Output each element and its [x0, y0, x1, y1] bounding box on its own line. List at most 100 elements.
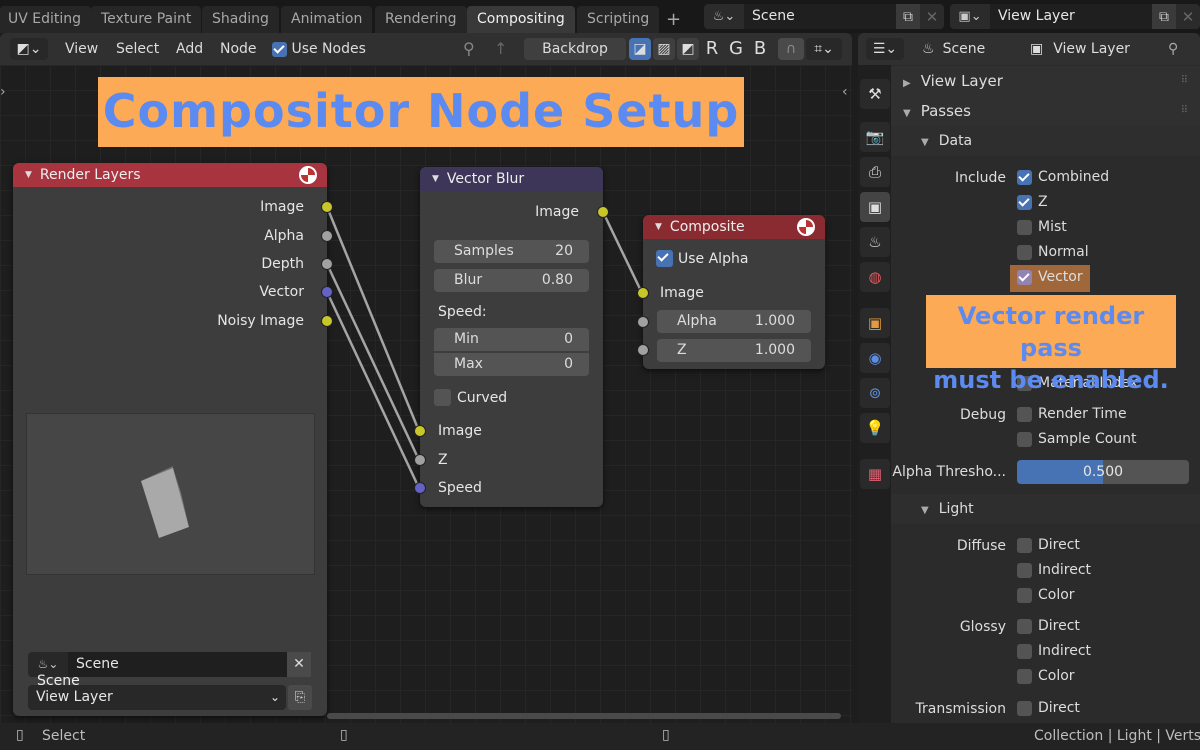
data-subpanel-header[interactable]: ▼ Data: [891, 126, 1200, 156]
checkbox[interactable]: [1017, 587, 1032, 603]
panel-title: Passes: [920, 102, 971, 120]
checkbox[interactable]: [1017, 618, 1032, 634]
samples-field[interactable]: Samples 20: [434, 240, 589, 263]
diffuse-color[interactable]: Color: [1017, 587, 1075, 603]
view-layer-name-field[interactable]: View Layer: [990, 4, 1152, 29]
socket-image-out[interactable]: [321, 201, 333, 213]
socket-depth-out[interactable]: [321, 258, 333, 270]
collapse-icon[interactable]: ▼: [432, 174, 439, 184]
curved-checkbox[interactable]: [434, 389, 451, 406]
vector-checkbox[interactable]: [1017, 269, 1032, 285]
view-layer-dropdown[interactable]: View Layer ⌄: [28, 685, 286, 710]
scene-field[interactable]: Scene: [68, 652, 287, 677]
drag-handle-icon[interactable]: ⠿: [1181, 66, 1188, 96]
collapse-icon[interactable]: ▼: [655, 222, 662, 232]
composite-header[interactable]: ▼ Composite: [643, 215, 825, 239]
blur-field[interactable]: Blur 0.80: [434, 269, 589, 292]
checkbox[interactable]: [1017, 562, 1032, 578]
z-checkbox[interactable]: [1017, 194, 1032, 210]
alpha-field[interactable]: Alpha 1.000: [657, 310, 811, 333]
physics-tab-icon[interactable]: ◉: [860, 343, 890, 373]
object-data-light-tab-icon[interactable]: 💡: [860, 413, 890, 443]
checkbox[interactable]: [1017, 700, 1032, 716]
curved-toggle[interactable]: Curved: [434, 389, 507, 406]
alpha-threshold-slider[interactable]: 0.500: [1017, 460, 1189, 484]
constraints-tab-icon[interactable]: ⊚: [860, 378, 890, 408]
debug-sample-count[interactable]: Sample Count: [1017, 431, 1137, 447]
vector-blur-header[interactable]: ▼ Vector Blur: [420, 167, 603, 191]
pass-normal[interactable]: Normal: [1017, 244, 1089, 260]
delete-view-layer-icon[interactable]: ✕: [1176, 4, 1200, 29]
checkbox[interactable]: [1017, 643, 1032, 659]
render-time-checkbox[interactable]: [1017, 406, 1032, 422]
socket-image-out[interactable]: [597, 206, 609, 218]
passes-panel-header[interactable]: ▼ Passes ⠿: [891, 96, 1200, 126]
duplicate-view-layer-icon[interactable]: ⧉: [1152, 4, 1176, 29]
view-layer-icon[interactable]: ▣⌄: [950, 4, 990, 29]
world-tab-icon[interactable]: ◍: [860, 262, 890, 292]
view-layer-tab-icon[interactable]: ▣: [860, 192, 890, 222]
use-alpha-checkbox[interactable]: [656, 250, 673, 267]
scene-tab-icon[interactable]: ♨: [860, 227, 890, 257]
pin-icon[interactable]: ⚲: [1168, 33, 1178, 65]
drag-handle-icon[interactable]: ⠿: [1181, 96, 1188, 126]
checkbox[interactable]: [1017, 537, 1032, 553]
breadcrumb-view-layer[interactable]: ▣ View Layer: [1030, 33, 1130, 65]
debug-render-time[interactable]: Render Time: [1017, 406, 1127, 422]
glossy-direct[interactable]: Direct: [1017, 618, 1080, 634]
normal-checkbox[interactable]: [1017, 244, 1032, 260]
z-field[interactable]: Z 1.000: [657, 339, 811, 362]
render-layers-node[interactable]: ▼ Render Layers Image Alpha Depth Vector …: [13, 163, 333, 716]
socket-alpha-in[interactable]: [637, 316, 649, 328]
render-layers-header[interactable]: ▼ Render Layers: [13, 163, 327, 187]
socket-alpha-out[interactable]: [321, 230, 333, 242]
view-layer-selector[interactable]: ▣⌄ View Layer ⧉ ✕: [950, 4, 1200, 29]
pass-label: Direct: [1038, 537, 1080, 553]
combined-checkbox[interactable]: [1017, 169, 1032, 185]
pass-vector[interactable]: Vector: [1017, 269, 1083, 285]
glossy-indirect[interactable]: Indirect: [1017, 643, 1091, 659]
mist-checkbox[interactable]: [1017, 219, 1032, 235]
transmission-direct[interactable]: Direct: [1017, 700, 1080, 716]
socket-speed-in[interactable]: [414, 482, 426, 494]
editor-type-icon[interactable]: ☰⌄: [866, 38, 904, 60]
object-tab-icon[interactable]: ▣: [860, 308, 890, 338]
output-tab-icon[interactable]: ⎙: [860, 157, 890, 187]
view-layer-panel-header[interactable]: ▶ View Layer ⠿: [891, 66, 1200, 96]
breadcrumb-scene[interactable]: ♨ Scene: [922, 33, 985, 65]
diffuse-indirect[interactable]: Indirect: [1017, 562, 1091, 578]
light-subpanel-header[interactable]: ▼ Light: [891, 494, 1200, 524]
alpha-threshold-value: 0.500: [1082, 464, 1124, 480]
speed-min-field[interactable]: Min 0: [434, 328, 589, 351]
collapse-icon[interactable]: ▼: [25, 170, 32, 180]
duplicate-scene-icon[interactable]: ⧉: [896, 4, 920, 29]
render-icon[interactable]: [299, 166, 317, 184]
socket-image-in[interactable]: [637, 287, 649, 299]
glossy-color[interactable]: Color: [1017, 668, 1075, 684]
composite-node[interactable]: ▼ Composite Use Alpha Image Alpha 1.000 Z 1…: [637, 215, 825, 369]
texture-tab-icon[interactable]: ▦: [860, 459, 890, 489]
horizontal-scrollbar[interactable]: [327, 713, 841, 719]
render-icon[interactable]: [797, 218, 815, 236]
tool-tab-icon[interactable]: ⚒: [860, 79, 890, 109]
transmission-row-label: Transmission: [891, 698, 1006, 720]
socket-noisy-image-out[interactable]: [321, 315, 333, 327]
pass-combined[interactable]: Combined: [1017, 169, 1109, 185]
sample-count-checkbox[interactable]: [1017, 431, 1032, 447]
pass-z[interactable]: Z: [1017, 194, 1048, 210]
socket-vector-out[interactable]: [321, 286, 333, 298]
checkbox[interactable]: [1017, 668, 1032, 684]
clear-scene-icon[interactable]: ✕: [287, 652, 311, 677]
socket-z-in[interactable]: [637, 344, 649, 356]
render-tab-icon[interactable]: 📷: [860, 122, 890, 152]
render-layer-icon[interactable]: ⎘: [288, 685, 312, 710]
speed-max-field[interactable]: Max 0: [434, 353, 589, 376]
pass-mist[interactable]: Mist: [1017, 219, 1067, 235]
socket-z-in[interactable]: [414, 454, 426, 466]
use-alpha-toggle[interactable]: Use Alpha: [656, 250, 748, 267]
socket-image-in[interactable]: [414, 425, 426, 437]
diffuse-direct[interactable]: Direct: [1017, 537, 1080, 553]
pass-label: Mist: [1038, 219, 1067, 235]
vector-blur-node[interactable]: ▼ Vector Blur Image Samples 20 Blur 0.80 Sp…: [414, 167, 609, 507]
delete-scene-icon[interactable]: ✕: [920, 4, 944, 29]
